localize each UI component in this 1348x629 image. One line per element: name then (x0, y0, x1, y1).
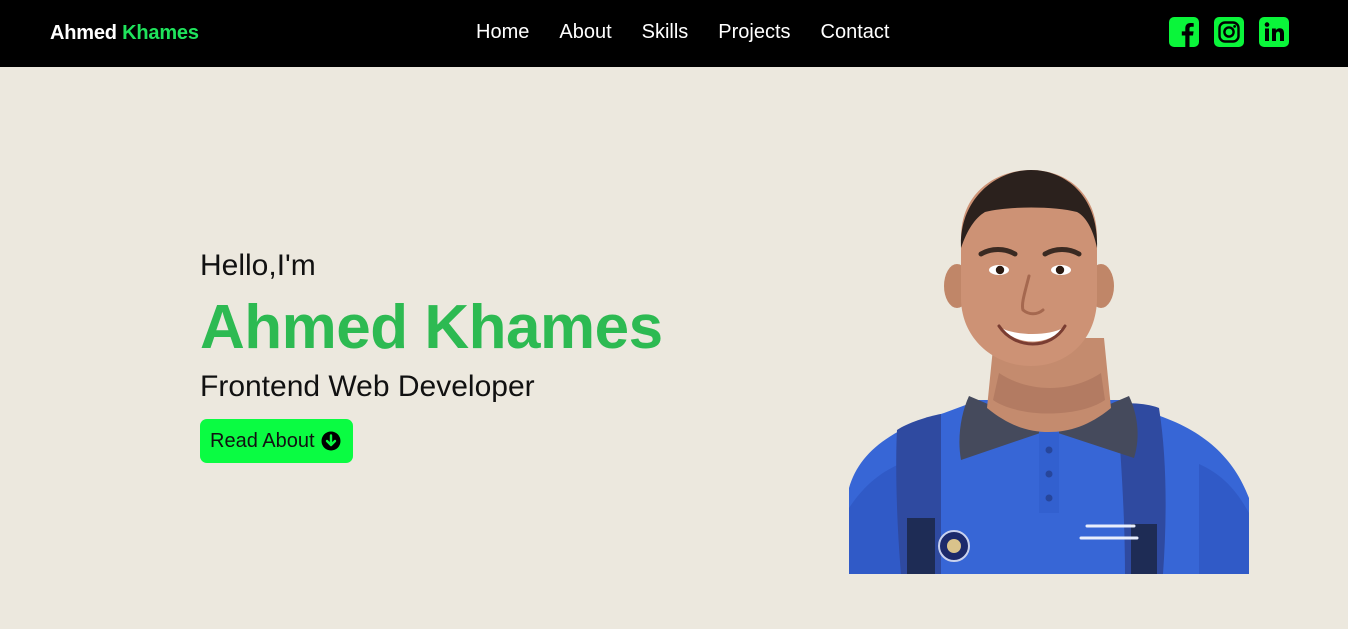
arrow-down-circle-icon (321, 431, 341, 451)
nav-link-skills[interactable]: Skills (642, 20, 689, 44)
hero-greeting: Hello,I'm (200, 249, 316, 282)
instagram-icon[interactable] (1213, 16, 1245, 48)
nav-menu: Home About Skills Projects Contact (476, 20, 889, 44)
facebook-icon[interactable] (1168, 16, 1200, 48)
social-links (1168, 16, 1290, 48)
brand-last-name: Khames (122, 22, 199, 44)
nav-link-contact[interactable]: Contact (821, 20, 890, 44)
profile-photo (849, 170, 1249, 574)
hero-role: Frontend Web Developer (200, 370, 535, 403)
nav-link-home[interactable]: Home (476, 20, 529, 44)
linkedin-icon[interactable] (1258, 16, 1290, 48)
read-about-button[interactable]: Read About (200, 419, 353, 463)
hero-name: Ahmed Khames (200, 293, 663, 362)
navbar: Ahmed Khames Home About Skills Projects … (0, 0, 1348, 67)
nav-link-about[interactable]: About (559, 20, 611, 44)
nav-link-projects[interactable]: Projects (718, 20, 790, 44)
hero-section: Hello,I'm Ahmed Khames Frontend Web Deve… (200, 246, 663, 463)
brand-first-name: Ahmed (50, 22, 117, 44)
read-about-label: Read About (210, 429, 315, 452)
brand-logo[interactable]: Ahmed Khames (50, 20, 199, 46)
